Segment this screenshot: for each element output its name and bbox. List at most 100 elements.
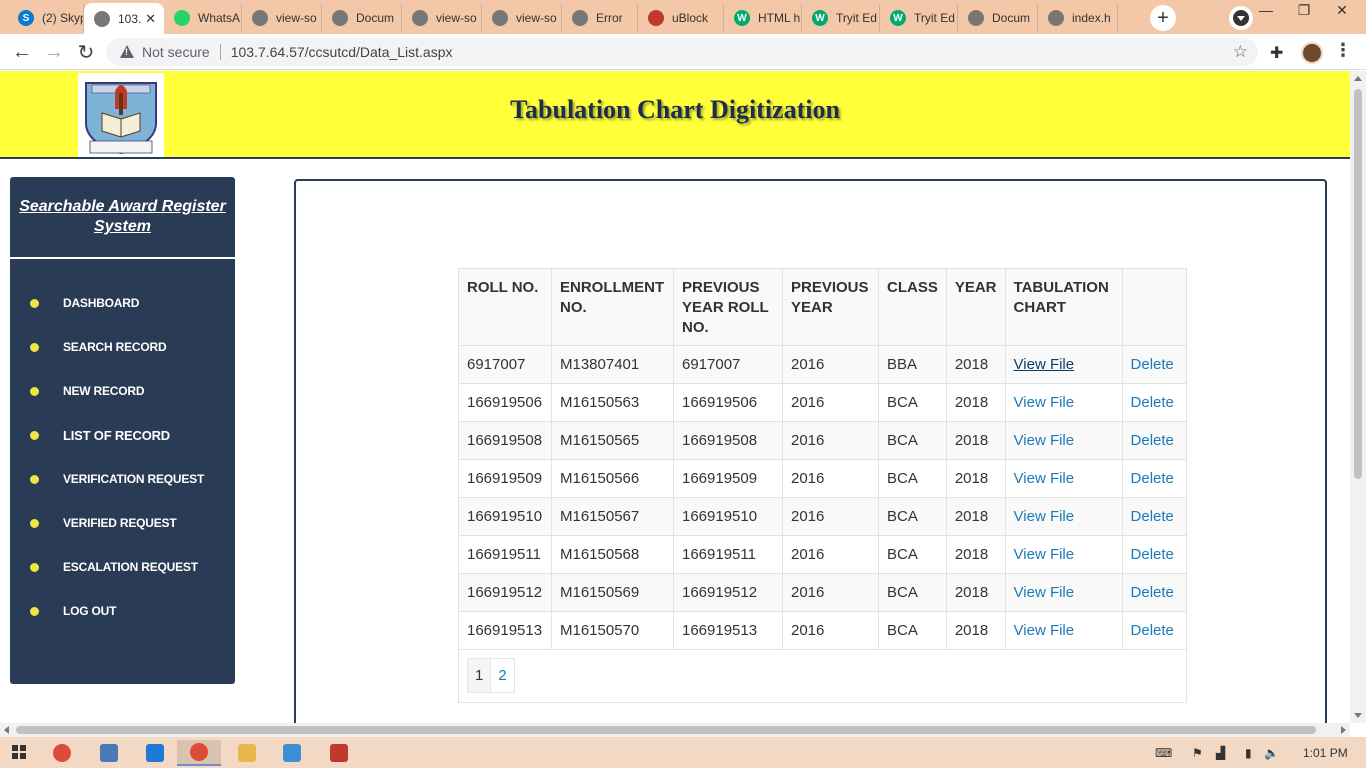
taskbar-app-button[interactable] — [177, 740, 221, 766]
minimize-icon[interactable]: — — [1246, 2, 1286, 18]
browser-tab[interactable]: 103. ✕ — [84, 3, 164, 34]
restore-icon[interactable]: ❐ — [1284, 2, 1324, 19]
cell-prev-year: 2016 — [782, 611, 879, 650]
reload-icon[interactable]: ↻ — [74, 40, 98, 64]
tab-title: index.h — [1072, 11, 1111, 25]
tab-title: uBlock — [672, 11, 709, 25]
table-header-row: ROLL NO. ENROLLMENT NO. PREVIOUS YEAR RO… — [458, 268, 1187, 346]
file-explorer-icon — [238, 744, 256, 762]
view-file-link[interactable]: View File — [1014, 584, 1075, 601]
sidebar-item-escalation-request[interactable]: ESCALATION REQUEST — [10, 555, 235, 579]
url-text[interactable]: 103.7.64.57/ccsutcd/Data_List.aspx — [231, 44, 453, 60]
browser-tab[interactable]: index.h — [1038, 4, 1118, 32]
sidebar-item-new-record[interactable]: NEW RECORD — [10, 379, 235, 403]
sidebar-heading-text[interactable]: Searchable Award Register System — [18, 197, 228, 237]
globe-icon — [572, 10, 588, 26]
new-tab-button[interactable]: + — [1150, 5, 1176, 31]
sidebar-item-label[interactable]: NEW RECORD — [63, 384, 145, 398]
scroll-up-icon[interactable] — [1354, 76, 1362, 81]
vertical-scrollbar[interactable] — [1350, 71, 1366, 723]
battery-icon[interactable]: ▮ — [1245, 746, 1252, 760]
forward-arrow-icon[interactable]: → — [42, 40, 66, 64]
flag-icon[interactable]: ⚑ — [1192, 746, 1203, 760]
delete-link[interactable]: Delete — [1131, 584, 1174, 601]
view-file-link[interactable]: View File — [1014, 470, 1075, 487]
sidebar-item-label[interactable]: ESCALATION REQUEST — [63, 560, 198, 574]
browser-tab[interactable]: Docum — [322, 4, 402, 32]
menu-kebab-icon[interactable]: ⋮ — [1334, 40, 1352, 61]
sidebar-item-label[interactable]: LIST OF RECORD — [63, 428, 170, 443]
profile-avatar[interactable] — [1301, 42, 1323, 64]
extensions-puzzle-icon[interactable]: ✚ — [1270, 43, 1283, 63]
delete-link[interactable]: Delete — [1131, 508, 1174, 525]
globe-icon — [332, 10, 348, 26]
scroll-left-icon[interactable] — [4, 726, 9, 734]
close-window-icon[interactable]: ✕ — [1322, 2, 1362, 19]
view-file-link[interactable]: View File — [1014, 356, 1075, 373]
sidebar-item-search-record[interactable]: SEARCH RECORD — [10, 335, 235, 359]
delete-link[interactable]: Delete — [1131, 622, 1174, 639]
view-file-link[interactable]: View File — [1014, 546, 1075, 563]
keyboard-icon[interactable]: ⌨ — [1155, 746, 1172, 760]
delete-link[interactable]: Delete — [1131, 356, 1174, 373]
sidebar-item-label[interactable]: SEARCH RECORD — [63, 340, 167, 354]
browser-tab[interactable]: uBlock — [638, 4, 724, 32]
page-link[interactable]: 2 — [491, 658, 515, 693]
delete-link[interactable]: Delete — [1131, 546, 1174, 563]
address-bar[interactable]: Not secure 103.7.64.57/ccsutcd/Data_List… — [106, 38, 1258, 66]
browser-tab[interactable]: Error — [562, 4, 638, 32]
cell-enrollment: M16150569 — [551, 573, 674, 612]
view-file-link[interactable]: View File — [1014, 432, 1075, 449]
sidebar-item-list-of-record[interactable]: LIST OF RECORD — [10, 423, 235, 447]
cell-class: BCA — [878, 611, 947, 650]
sidebar-item-label[interactable]: VERIFIED REQUEST — [63, 516, 177, 530]
sidebar-item-log-out[interactable]: LOG OUT — [10, 599, 235, 623]
close-tab-icon[interactable]: ✕ — [145, 11, 156, 27]
cell-prev-roll: 166919510 — [673, 497, 783, 536]
delete-link[interactable]: Delete — [1131, 432, 1174, 449]
browser-tab[interactable]: W Tryit Ed — [802, 4, 880, 32]
browser-tab[interactable]: view-so — [242, 4, 322, 32]
view-file-link[interactable]: View File — [1014, 508, 1075, 525]
delete-link[interactable]: Delete — [1131, 470, 1174, 487]
sidebar-item-label[interactable]: DASHBOARD — [63, 296, 139, 310]
horizontal-scrollbar[interactable] — [0, 723, 1350, 737]
browser-tab[interactable]: Docum — [958, 4, 1038, 32]
scroll-thumb[interactable] — [16, 726, 1316, 734]
remote-desktop-icon — [100, 744, 118, 762]
cell-year: 2018 — [945, 345, 1006, 384]
browser-tab[interactable]: view-so — [402, 4, 482, 32]
sidebar-item-dashboard[interactable]: DASHBOARD — [10, 291, 235, 315]
taskbar-app-button[interactable] — [317, 740, 361, 766]
taskbar-app-button[interactable] — [225, 740, 269, 766]
warning-icon[interactable] — [120, 45, 134, 59]
browser-tab[interactable]: W HTML h — [724, 4, 802, 32]
sidebar-heading[interactable]: Searchable Award Register System — [10, 177, 235, 257]
back-arrow-icon[interactable]: ← — [10, 40, 34, 64]
browser-tab[interactable]: view-so — [482, 4, 562, 32]
taskbar-app-button[interactable] — [40, 740, 84, 766]
taskbar-app-button[interactable] — [270, 740, 314, 766]
view-file-link[interactable]: View File — [1014, 394, 1075, 411]
browser-tab[interactable]: S (2) Skyp — [8, 4, 84, 32]
taskbar-app-button[interactable] — [87, 740, 131, 766]
view-file-link[interactable]: View File — [1014, 622, 1075, 639]
sidebar-item-verification-request[interactable]: VERIFICATION REQUEST — [10, 467, 235, 491]
cell-enrollment: M16150563 — [551, 383, 674, 422]
sidebar-item-verified-request[interactable]: VERIFIED REQUEST — [10, 511, 235, 535]
network-signal-icon[interactable]: ▟ — [1216, 746, 1225, 760]
taskbar-app-button[interactable] — [133, 740, 177, 766]
taskbar-clock[interactable]: 1:01 PM — [1303, 746, 1348, 760]
sidebar-item-label[interactable]: LOG OUT — [63, 604, 116, 618]
delete-link[interactable]: Delete — [1131, 394, 1174, 411]
scroll-right-icon[interactable] — [1341, 726, 1346, 734]
browser-tab[interactable]: WhatsA — [164, 4, 242, 32]
scroll-thumb[interactable] — [1354, 89, 1362, 479]
browser-tab[interactable]: W Tryit Ed — [880, 4, 958, 32]
security-label[interactable]: Not secure — [142, 44, 210, 60]
sidebar-item-label[interactable]: VERIFICATION REQUEST — [63, 472, 204, 486]
windows-start-icon[interactable] — [12, 745, 26, 759]
bookmark-star-icon[interactable]: ☆ — [1233, 42, 1248, 62]
volume-icon[interactable]: 🔈 — [1264, 746, 1279, 760]
scroll-down-icon[interactable] — [1354, 713, 1362, 718]
